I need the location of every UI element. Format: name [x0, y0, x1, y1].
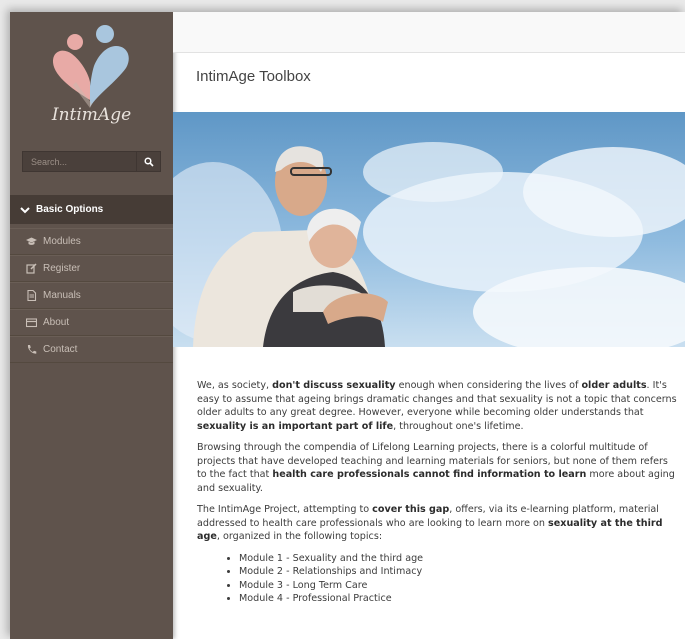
intro-content: We, as society, don't discuss sexuality … [197, 379, 677, 606]
bold-text: sexuality is an important part of life [197, 420, 394, 432]
bold-text: health care professionals cannot find in… [272, 469, 587, 480]
edit-icon [26, 263, 37, 274]
search-input[interactable] [22, 151, 136, 172]
intro-paragraph-2: Browsing through the compendia of Lifelo… [197, 441, 677, 495]
intro-paragraph-3: The IntimAge Project, attempting to cove… [197, 503, 677, 544]
nav-header-label: Basic Options [36, 204, 104, 215]
page-title: IntimAge Toolbox [196, 68, 311, 85]
app-window: IntimAge Basic Options Modules [10, 12, 685, 639]
text: The IntimAge Project, attempting to [197, 504, 373, 515]
text: , throughout one's lifetime. [393, 420, 524, 432]
sidebar-item-manuals[interactable]: Manuals [10, 282, 173, 309]
module-list: Module 1 - Sexuality and the third age M… [197, 552, 677, 606]
sidebar-item-label: Modules [43, 236, 81, 247]
nav-list: Modules Register Manuals About Contact [10, 228, 173, 363]
nav-header-basic-options[interactable]: Basic Options [10, 195, 173, 224]
intro-paragraph-1: We, as society, don't discuss sexuality … [197, 379, 677, 433]
bold-text: cover this gap [372, 504, 450, 515]
sidebar-item-register[interactable]: Register [10, 255, 173, 282]
sidebar-item-label: Contact [43, 344, 78, 355]
sidebar-item-about[interactable]: About [10, 309, 173, 336]
hero-image [173, 112, 685, 347]
phone-icon [26, 344, 37, 355]
sidebar-item-label: Register [43, 263, 81, 274]
sidebar-item-contact[interactable]: Contact [10, 336, 173, 363]
sidebar-item-label: About [43, 317, 70, 328]
elderly-couple-sky-image [173, 112, 685, 347]
top-bar [173, 12, 685, 53]
sidebar-item-label: Manuals [43, 290, 81, 301]
list-item: Module 3 - Long Term Care [239, 579, 677, 593]
card-icon [26, 317, 37, 328]
intimage-logo[interactable]: IntimAge [10, 12, 173, 147]
chevron-down-icon [20, 206, 30, 213]
text: enough when considering the lives of [395, 380, 582, 391]
text: , organized in the following topics: [216, 531, 383, 542]
graduation-cap-icon [26, 236, 37, 247]
search-box [22, 151, 161, 172]
search-button[interactable] [136, 151, 161, 172]
list-item: Module 1 - Sexuality and the third age [239, 552, 677, 566]
sidebar-item-modules[interactable]: Modules [10, 228, 173, 255]
document-icon [26, 290, 37, 301]
bold-text: don't discuss sexuality [272, 380, 396, 391]
list-item: Module 2 - Relationships and Intimacy [239, 565, 677, 579]
sidebar: IntimAge Basic Options Modules [10, 12, 173, 639]
list-item: Module 4 - Professional Practice [239, 592, 677, 606]
bold-text: older adults [581, 380, 647, 391]
search-icon [143, 156, 154, 167]
logo-text: IntimAge [51, 105, 132, 125]
logo-heart-icon [52, 25, 129, 108]
text: We, as society, [197, 380, 273, 391]
